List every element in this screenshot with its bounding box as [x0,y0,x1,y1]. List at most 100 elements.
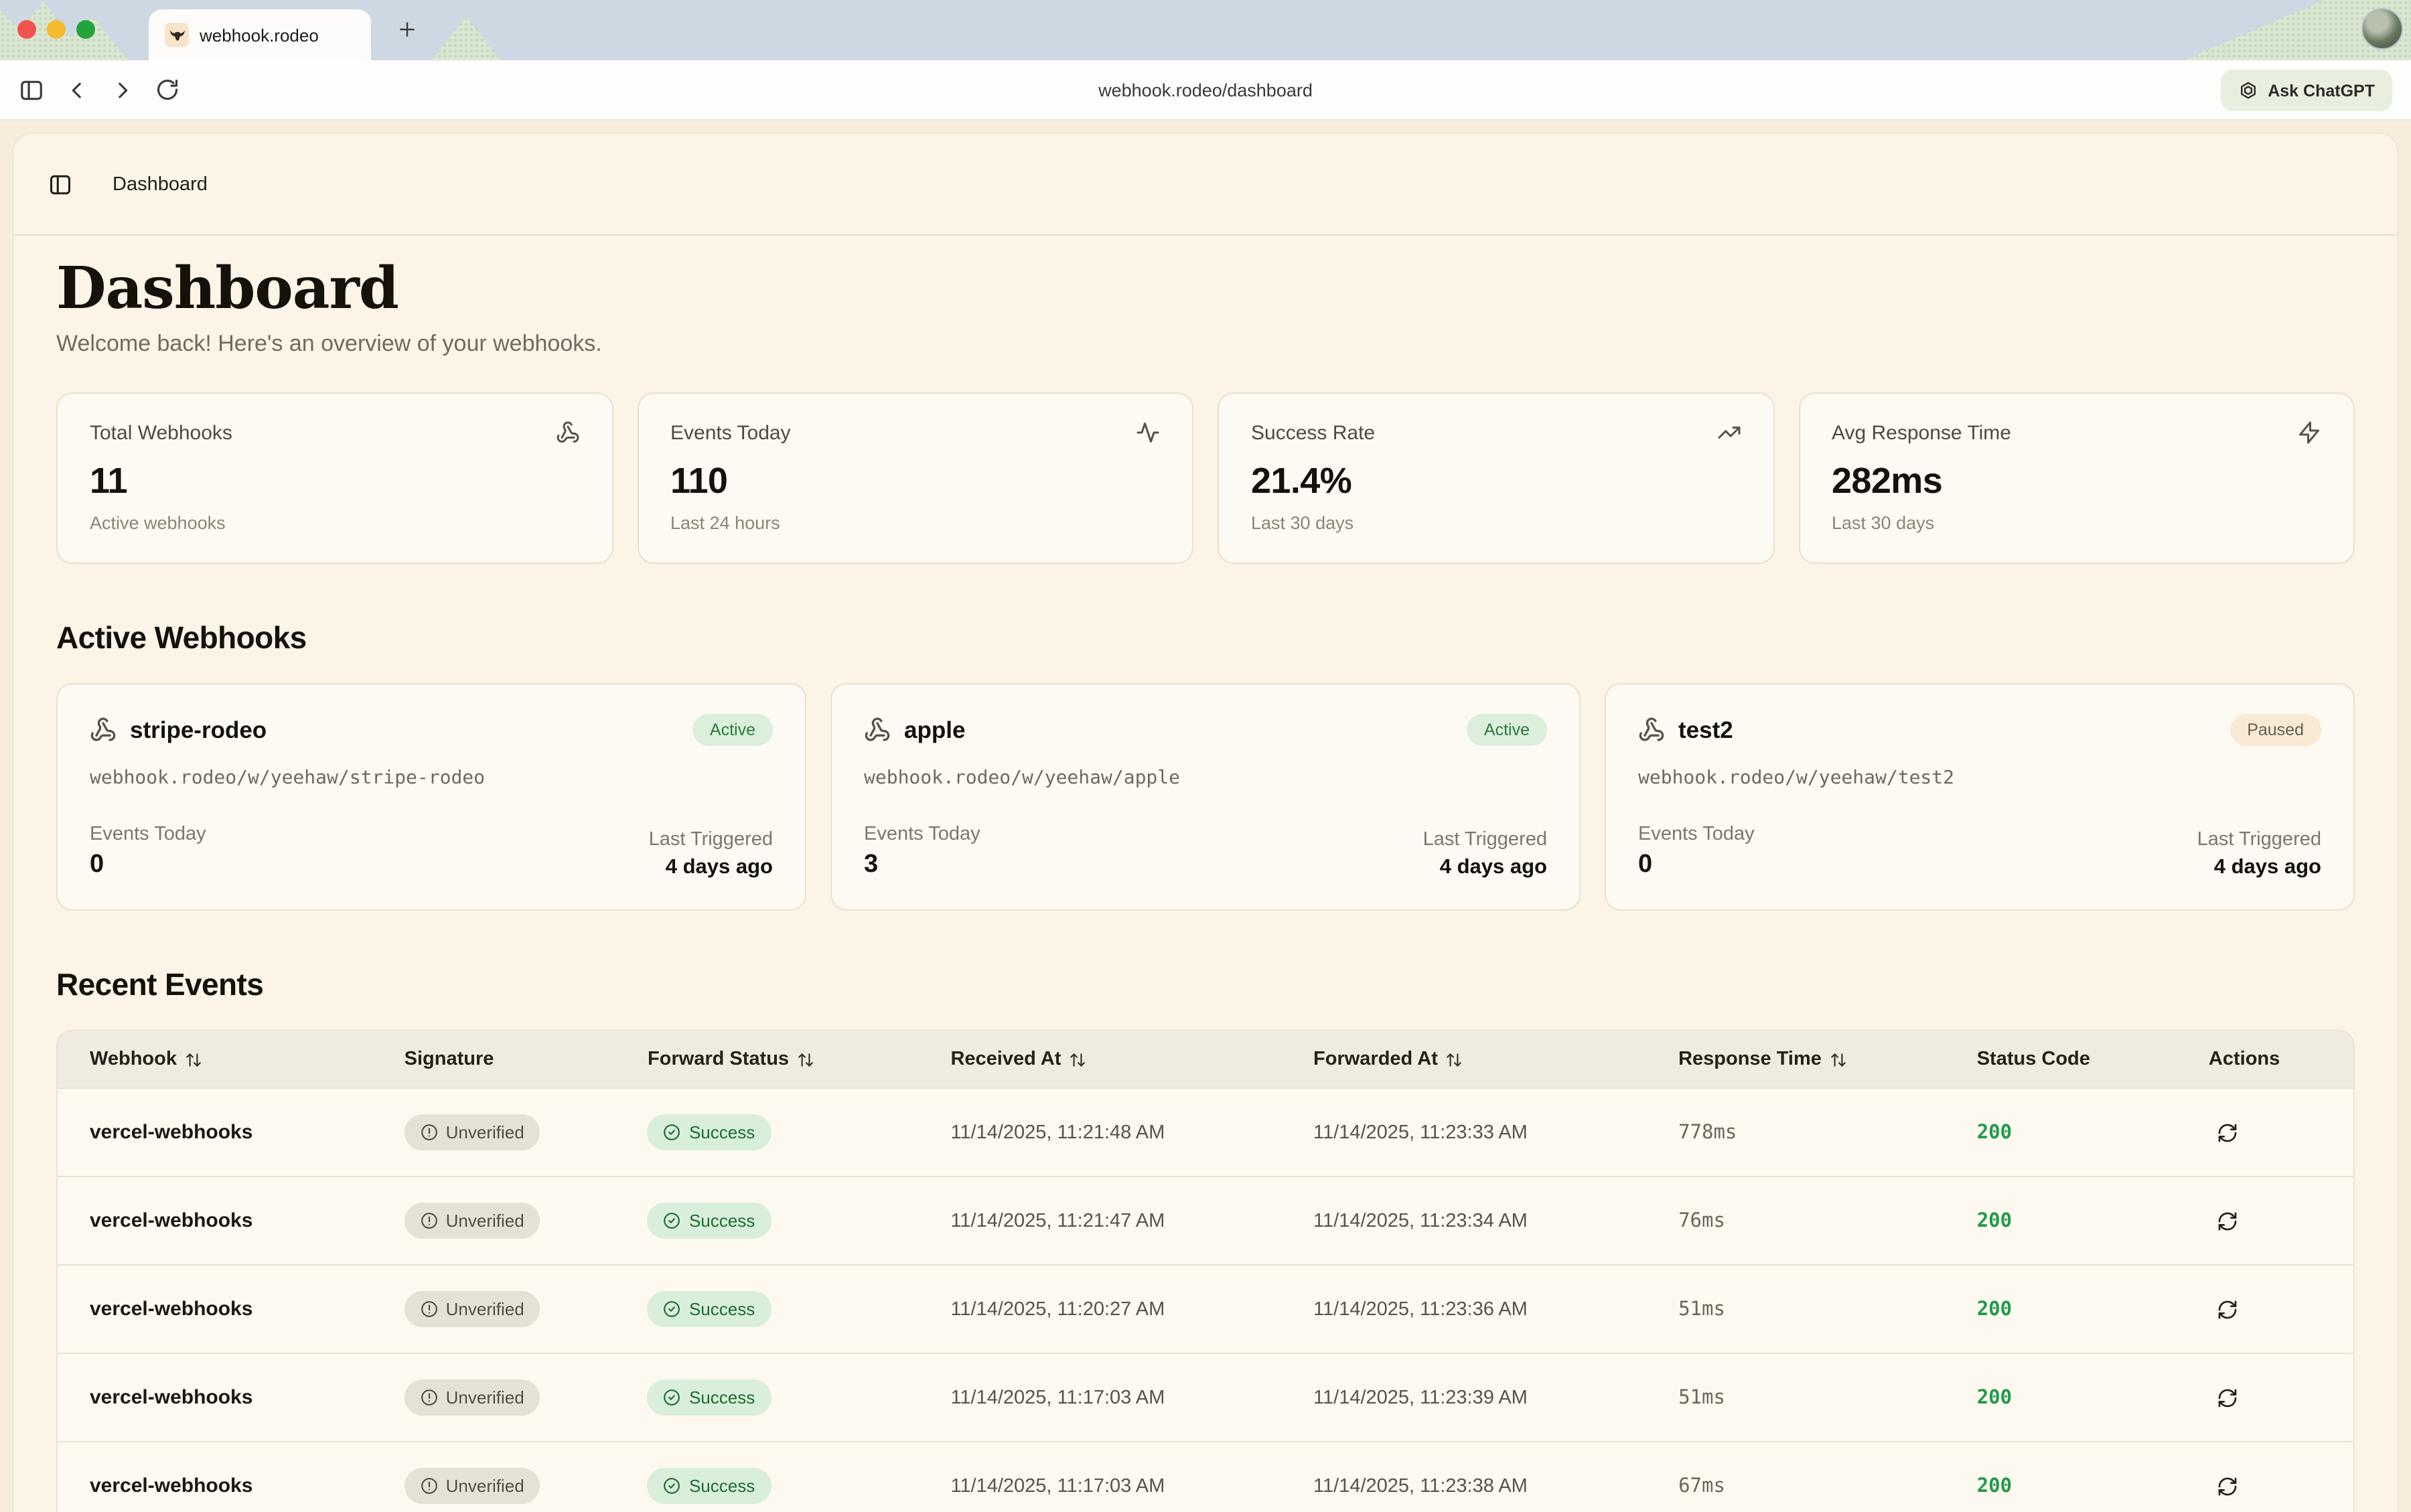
stat-value: 282ms [1832,461,2321,503]
reload-button[interactable] [147,70,188,110]
retry-button[interactable] [2209,1203,2246,1240]
close-window-button[interactable] [17,20,36,39]
new-tab-button[interactable] [388,11,426,48]
breadcrumb: Dashboard [113,173,208,195]
event-response-time: 51ms [1646,1299,1945,1320]
page-subtitle: Welcome back! Here's an overview of your… [56,331,2355,358]
alert-circle-icon [421,1213,438,1230]
ask-chatgpt-button[interactable]: Ask ChatGPT [2221,70,2392,111]
stat-caption: Active webhooks [90,514,579,534]
retry-button[interactable] [2209,1379,2246,1417]
column-header-received-at[interactable]: Received At [918,1049,1281,1071]
tab-title: webhook.rodeo [200,25,319,45]
webhook-name: stripe-rodeo [130,716,267,745]
stat-caption: Last 30 days [1832,514,2321,534]
retry-button[interactable] [2209,1114,2246,1152]
webhook-card-stripe-rodeo[interactable]: stripe-rodeo Active webhook.rodeo/w/yeeh… [56,684,806,911]
minimize-window-button[interactable] [47,20,66,39]
section-heading-recent-events: Recent Events [56,968,2355,1004]
sort-icon [1446,1051,1463,1069]
url-text: webhook.rodeo/dashboard [1098,80,1313,100]
event-forwarded-at: 11/14/2025, 11:23:38 AM [1281,1476,1646,1497]
webhook-url: webhook.rodeo/w/yeehaw/apple [864,768,1547,789]
back-button[interactable] [56,70,96,110]
alert-circle-icon [421,1478,438,1495]
forward-status-badge: Success [648,1468,771,1505]
check-circle-icon [664,1301,681,1318]
event-received-at: 11/14/2025, 11:17:03 AM [918,1476,1281,1497]
webhook-card-apple[interactable]: apple Active webhook.rodeo/w/yeehaw/appl… [830,684,1581,911]
event-forwarded-at: 11/14/2025, 11:23:34 AM [1281,1211,1646,1232]
browser-tab[interactable]: webhook.rodeo [149,9,371,60]
column-header-signature: Signature [372,1049,615,1071]
browser-window: webhook.rodeo webhook.rodeo/dashboard As… [0,0,2411,1512]
column-header-forwarded-at[interactable]: Forwarded At [1281,1049,1646,1071]
column-header-status-code: Status Code [1945,1049,2177,1071]
check-circle-icon [664,1389,681,1407]
table-row: vercel-webhooks Unverified Success 11/14… [58,1088,2353,1177]
forward-status-badge: Success [648,1115,771,1151]
event-forwarded-at: 11/14/2025, 11:23:36 AM [1281,1299,1646,1320]
sidebar-toggle-icon[interactable] [11,70,51,110]
forward-status-badge: Success [648,1292,771,1328]
last-triggered-value: 4 days ago [2197,856,2321,881]
avatar[interactable] [2361,8,2403,50]
column-header-response-time[interactable]: Response Time [1646,1049,1945,1071]
stat-caption: Last 30 days [1251,514,1741,534]
webhook-card-test2[interactable]: test2 Paused webhook.rodeo/w/yeehaw/test… [1605,684,2355,911]
refresh-icon [2217,1387,2238,1409]
retry-button[interactable] [2209,1291,2246,1329]
forward-status-badge: Success [648,1380,771,1416]
sort-icon [185,1051,202,1069]
refresh-icon [2217,1476,2238,1497]
sidebar-panel-toggle[interactable] [38,161,83,207]
address-bar[interactable]: webhook.rodeo/dashboard [0,60,2411,121]
check-circle-icon [664,1124,681,1142]
event-response-time: 76ms [1646,1211,1945,1232]
bull-skull-favicon [165,23,189,47]
openai-icon [2238,80,2258,100]
event-status-code: 200 [1945,1387,2177,1409]
events-today-label: Events Today [864,824,980,846]
zap-icon [2297,421,2321,445]
webhook-name: test2 [1678,716,1733,745]
last-triggered-value: 4 days ago [1423,856,1547,881]
section-heading-active-webhooks: Active Webhooks [56,621,2355,657]
stat-value: 21.4% [1251,461,1741,503]
column-header-webhook[interactable]: Webhook [58,1049,372,1071]
last-triggered-label: Last Triggered [1423,830,1547,851]
webhook-url: webhook.rodeo/w/yeehaw/test2 [1638,768,2321,789]
alert-circle-icon [421,1124,438,1142]
webhook-icon [864,717,891,744]
column-header-forward-status[interactable]: Forward Status [615,1049,918,1071]
zoom-window-button[interactable] [76,20,95,39]
event-status-code: 200 [1945,1476,2177,1497]
event-forwarded-at: 11/14/2025, 11:23:39 AM [1281,1387,1646,1409]
signature-badge: Unverified [405,1115,540,1151]
event-webhook: vercel-webhooks [58,1387,372,1410]
event-status-code: 200 [1945,1122,2177,1144]
event-webhook: vercel-webhooks [58,1475,372,1498]
status-badge: Paused [2230,714,2321,747]
sort-icon [1069,1051,1086,1069]
stat-caption: Last 24 hours [670,514,1160,534]
table-header-row: Webhook Signature Forward Status Receive… [58,1032,2353,1088]
forward-button[interactable] [102,70,142,110]
retry-button[interactable] [2209,1468,2246,1505]
event-webhook: vercel-webhooks [58,1122,372,1144]
browser-toolbar: webhook.rodeo/dashboard Ask ChatGPT [0,60,2411,121]
signature-badge: Unverified [405,1468,540,1505]
last-triggered-label: Last Triggered [2197,830,2321,851]
event-webhook: vercel-webhooks [58,1210,372,1233]
event-received-at: 11/14/2025, 11:17:03 AM [918,1387,1281,1409]
main-panel: Dashboard Dashboard Welcome back! Here's… [13,134,2398,1512]
stat-card-total-webhooks: Total Webhooks 11 Active webhooks [56,393,613,564]
ask-chatgpt-label: Ask ChatGPT [2268,81,2375,100]
app-header: Dashboard [13,134,2398,236]
stat-value: 11 [90,461,579,503]
events-today-label: Events Today [90,824,206,846]
event-response-time: 67ms [1646,1476,1945,1497]
stat-card-avg-response-time: Avg Response Time 282ms Last 30 days [1798,393,2355,564]
table-row: vercel-webhooks Unverified Success 11/14… [58,1442,2353,1512]
alert-circle-icon [421,1389,438,1407]
